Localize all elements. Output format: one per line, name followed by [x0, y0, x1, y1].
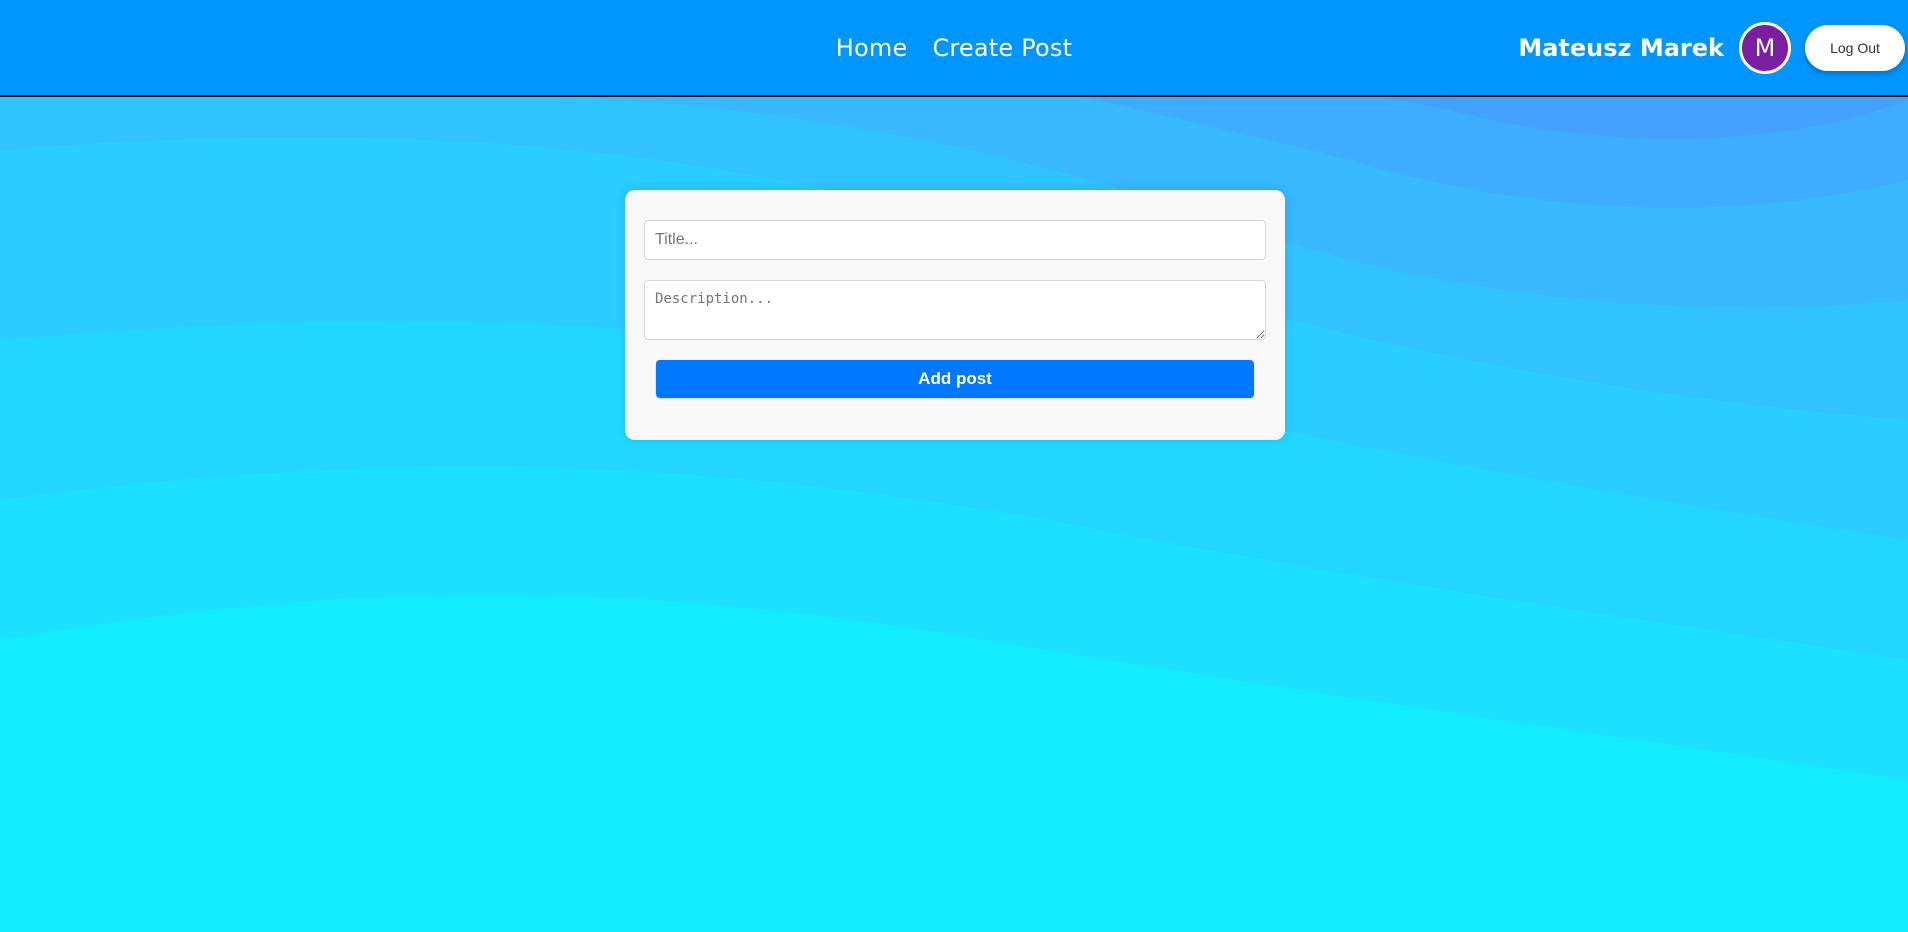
nav-link-create-post[interactable]: Create Post [932, 34, 1072, 62]
user-name: Mateusz Marek [1518, 33, 1724, 62]
nav-link-home[interactable]: Home [836, 34, 908, 62]
add-post-button[interactable]: Add post [656, 360, 1254, 398]
user-area: Mateusz Marek M Log Out [1518, 0, 1908, 95]
avatar[interactable]: M [1739, 21, 1791, 74]
create-post-form: Add post [625, 190, 1285, 440]
title-input[interactable] [644, 220, 1266, 260]
logout-button[interactable]: Log Out [1805, 24, 1905, 71]
description-input[interactable] [644, 280, 1266, 340]
wave-background [0, 0, 1908, 932]
top-navbar: Home Create Post Mateusz Marek M Log Out [0, 0, 1908, 97]
